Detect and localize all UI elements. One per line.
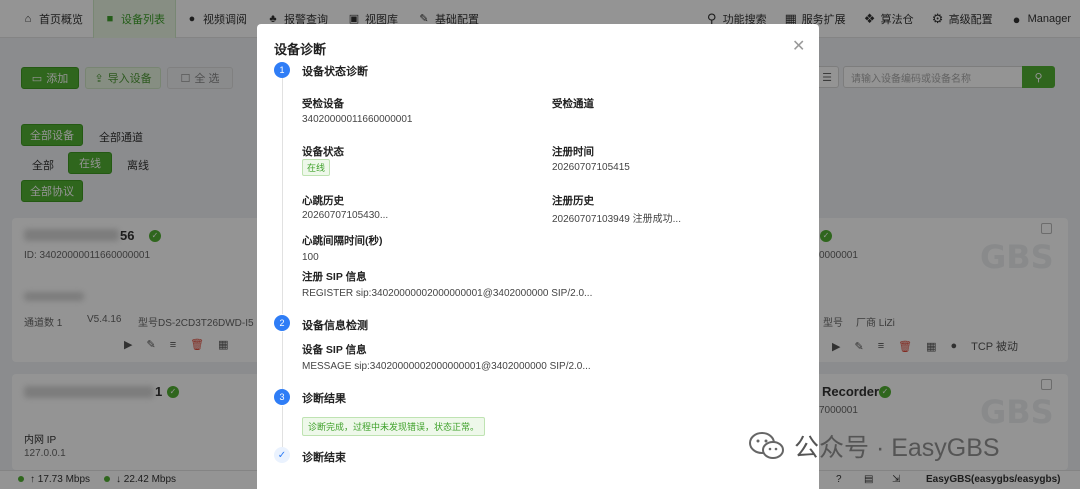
step-connector <box>282 78 283 314</box>
device-sip-label: 设备 SIP 信息 <box>302 344 367 356</box>
step-4-title: 诊断结束 <box>302 452 346 464</box>
heartbeat-interval-label: 心跳间隔时间(秒) <box>302 235 383 247</box>
wechat-icon <box>749 432 784 459</box>
step-2-indicator: 2 <box>274 315 290 331</box>
step-1-title: 设备状态诊断 <box>302 66 368 78</box>
register-time-label: 注册时间 <box>552 146 594 158</box>
checked-device-value: 34020000011660000001 <box>302 114 413 125</box>
heartbeat-history-label: 心跳历史 <box>302 195 344 207</box>
step-1-indicator: 1 <box>274 62 290 78</box>
register-time-value: 20260707105415 <box>552 162 630 173</box>
register-history-value: 20260707103949 注册成功... <box>552 214 681 225</box>
dialog-title: 设备诊断 <box>274 42 327 57</box>
step-end-check-icon: ✓ <box>274 447 290 463</box>
device-status-label: 设备状态 <box>302 146 344 158</box>
register-sip-value: REGISTER sip:34020000002000000001@340200… <box>302 288 593 299</box>
diagnosis-result-badge: 诊断完成，过程中未发现错误，状态正常。 <box>302 417 486 436</box>
watermark-text: 公众号 · EasyGBS <box>794 434 1000 462</box>
step-3-title: 诊断结果 <box>302 393 346 405</box>
checked-device-label: 受检设备 <box>302 98 344 110</box>
device-status-badge: 在线 <box>302 159 331 176</box>
heartbeat-history-value: 20260707105430... <box>302 210 389 221</box>
close-icon[interactable]: ✕ <box>792 36 805 56</box>
step-2-title: 设备信息检测 <box>302 320 368 332</box>
step-connector <box>282 332 283 389</box>
register-history-label: 注册历史 <box>552 195 594 207</box>
device-sip-value: MESSAGE sip:34020000002000000001@3402000… <box>302 361 591 372</box>
diagnosis-dialog: 设备诊断 ✕ 1 设备状态诊断 受检设备 3402000001166000000… <box>257 24 819 489</box>
step-3-indicator: 3 <box>274 389 290 405</box>
step-connector <box>282 406 283 449</box>
wechat-watermark: 公众号 · EasyGBS <box>748 428 1000 464</box>
checked-channel-label: 受检通道 <box>552 98 594 110</box>
register-sip-label: 注册 SIP 信息 <box>302 271 367 283</box>
heartbeat-interval-value: 100 <box>302 252 319 263</box>
